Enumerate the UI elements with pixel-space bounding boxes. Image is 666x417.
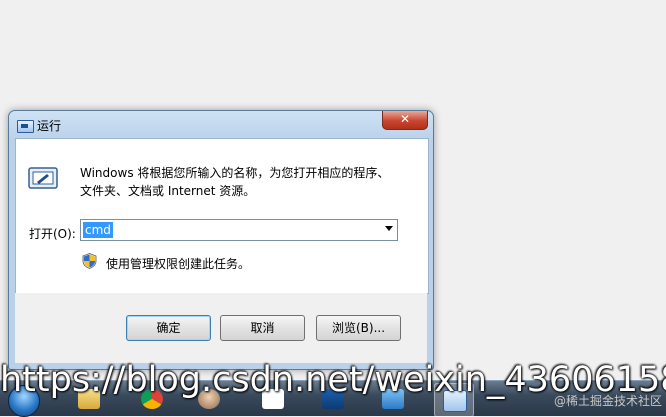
ok-button[interactable]: 确定 [126,315,211,341]
open-label: 打开(O): [29,227,76,241]
browse-button[interactable]: 浏览(B)... [316,315,401,341]
close-button[interactable]: ✕ [382,111,428,130]
command-input[interactable]: cmd [83,222,113,238]
chevron-down-icon[interactable] [385,226,393,231]
title-bar[interactable]: 运行 ✕ [9,111,433,139]
cancel-button[interactable]: 取消 [220,315,305,341]
dialog-content: Windows 将根据您所输入的名称，为您打开相应的程序、 文件夹、文档或 In… [15,138,429,294]
corner-watermark: @稀土掘金技术社区 [553,394,662,408]
run-program-icon [28,167,58,189]
description: Windows 将根据您所输入的名称，为您打开相应的程序、 文件夹、文档或 In… [80,164,420,200]
run-dialog: 运行 ✕ Windows 将根据您所输入的名称，为您打开相应的程序、 文件夹、文… [8,110,434,370]
description-line-1: Windows 将根据您所输入的名称，为您打开相应的程序、 [80,166,390,180]
description-line-2: 文件夹、文档或 Internet 资源。 [80,184,256,198]
close-icon: ✕ [399,112,411,126]
dialog-title: 运行 [37,119,62,133]
uac-shield-icon [82,253,97,269]
command-combobox[interactable]: cmd [80,219,398,241]
button-bar: 确定 取消 浏览(B)... [15,293,427,363]
admin-note: 使用管理权限创建此任务。 [106,257,251,271]
run-icon [17,120,34,133]
